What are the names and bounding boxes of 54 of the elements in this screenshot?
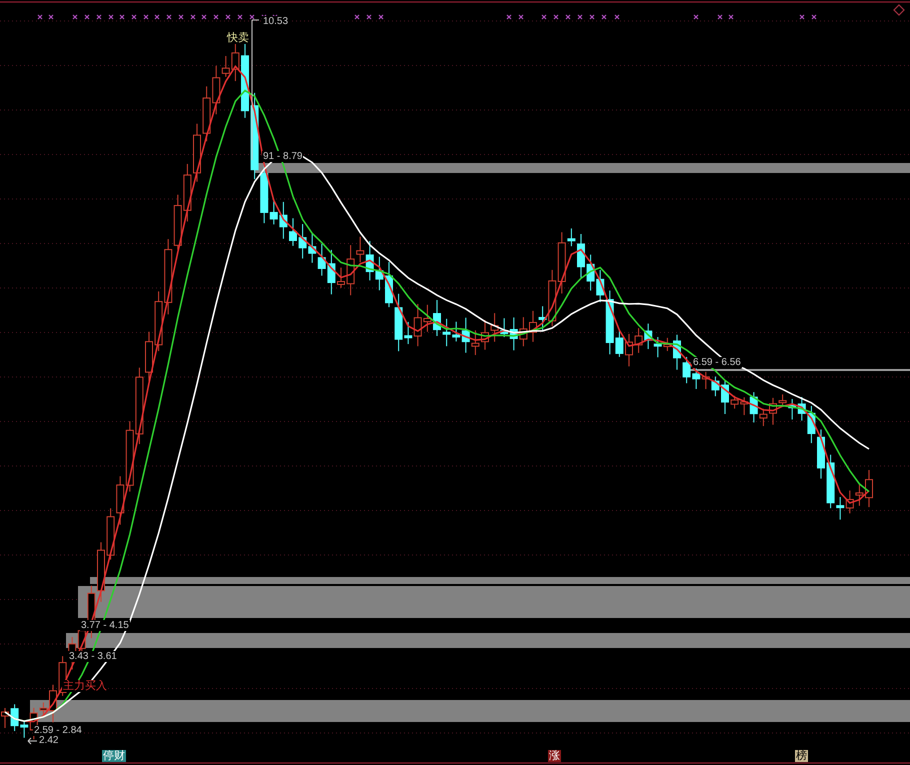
candlestick	[442, 318, 451, 347]
sell-signal-label: 快卖	[226, 32, 250, 44]
candlestick	[817, 428, 825, 480]
candlestick	[711, 376, 720, 397]
event-tag[interactable]: 涨	[548, 750, 561, 762]
price-label: 6.59 - 6.56	[692, 357, 742, 368]
diamond-icon[interactable]	[893, 4, 905, 16]
candlestick	[97, 542, 105, 602]
candlestick	[865, 469, 873, 508]
candlestick	[183, 163, 192, 222]
candlestick	[730, 395, 739, 410]
candlestick	[471, 330, 480, 356]
candlestick	[318, 243, 326, 276]
price-label: 3.77 - 4.15	[80, 620, 130, 631]
candlestick	[855, 483, 864, 506]
candlestick	[337, 267, 345, 288]
leader-line	[28, 738, 38, 744]
candlestick	[644, 323, 652, 350]
candlestick	[692, 368, 700, 390]
candlestick	[702, 371, 710, 390]
candlestick	[327, 249, 336, 295]
candlestick	[433, 300, 441, 336]
candlestick	[385, 262, 393, 308]
candlestick	[519, 316, 528, 347]
candlestick	[682, 356, 691, 384]
price-label: 3.43 - 3.61	[68, 651, 118, 662]
candlestick	[846, 490, 854, 514]
price-label: 2.42	[38, 735, 60, 746]
candlestick	[721, 380, 729, 414]
candlestick	[193, 123, 201, 182]
candlestick	[481, 319, 489, 350]
candlestick	[577, 233, 585, 278]
candlestick	[634, 328, 643, 354]
candlestick	[625, 333, 633, 367]
candlestick	[154, 290, 163, 352]
candlestick	[586, 254, 595, 292]
candlestick	[174, 194, 182, 250]
candlestick	[49, 684, 57, 723]
price-label: 10.53	[262, 16, 290, 27]
event-tag[interactable]: 停财	[102, 750, 126, 762]
candlestick	[106, 508, 115, 560]
price-label: 91 - 8.79	[262, 151, 304, 162]
candlestick	[308, 232, 316, 264]
buy-signal-label: 主力买入	[62, 680, 108, 692]
candlestick	[375, 256, 384, 291]
event-tag[interactable]: 榜	[795, 750, 808, 762]
candlestick	[298, 224, 307, 260]
candlestick	[529, 310, 537, 342]
candlestick	[289, 218, 297, 246]
candlestick	[769, 397, 777, 426]
price-label: 2.59 - 2.84	[33, 725, 83, 736]
candlestick	[202, 86, 211, 142]
candlestick	[673, 334, 681, 370]
candlestick	[145, 331, 153, 383]
